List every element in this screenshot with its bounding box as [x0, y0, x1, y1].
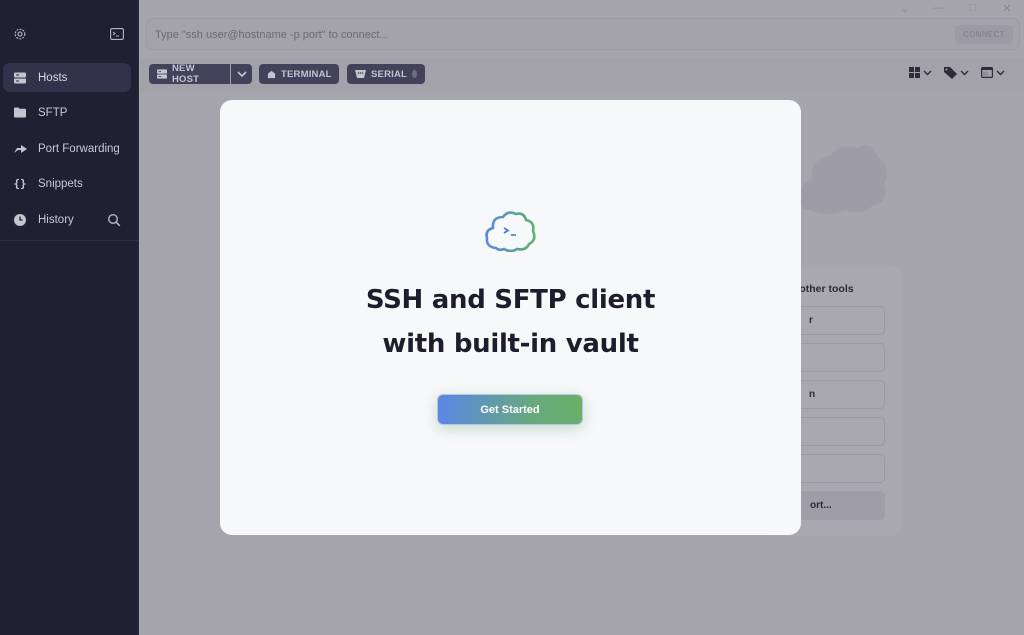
quick-connect-bar: CONNECT: [146, 18, 1020, 50]
sidebar-item-history[interactable]: History: [3, 205, 131, 234]
server-icon: [157, 69, 167, 79]
sidebar-item-label: Hosts: [38, 71, 68, 84]
sidebar-item-sftp[interactable]: SFTP: [3, 98, 131, 127]
search-icon[interactable]: [107, 213, 121, 227]
forward-arrow-icon: [13, 142, 27, 156]
info-icon: [412, 70, 417, 78]
quick-connect-input[interactable]: [155, 26, 935, 44]
cloud-illustration: [801, 145, 887, 214]
sidebar-item-label: Snippets: [38, 177, 83, 190]
sidebar-item-hosts[interactable]: Hosts: [3, 63, 131, 92]
chevron-down-icon[interactable]: ⌄: [888, 0, 922, 16]
folder-icon: [13, 106, 27, 120]
welcome-modal: SSH and SFTP client with built-in vault …: [220, 100, 801, 535]
sidebar: Hosts SFTP Port Forwarding {} Snippets H…: [0, 0, 139, 635]
chevron-down-icon: [960, 70, 969, 76]
serial-port-icon: [355, 70, 366, 78]
get-started-button[interactable]: Get Started: [437, 394, 583, 425]
window-icon: [981, 67, 993, 78]
server-icon: [13, 71, 27, 85]
sidebar-item-port-forwarding[interactable]: Port Forwarding: [3, 134, 131, 163]
terminal-icon[interactable]: [110, 28, 124, 40]
view-mode-toggle[interactable]: [909, 67, 932, 78]
app-logo-icon: [485, 211, 536, 252]
sidebar-item-snippets[interactable]: {} Snippets: [3, 169, 131, 198]
sidebar-header: [0, 0, 138, 60]
serial-button[interactable]: SERIAL: [347, 64, 425, 84]
connect-button[interactable]: CONNECT: [955, 25, 1013, 44]
chevron-down-icon: [996, 70, 1005, 75]
headline-line-2: with built-in vault: [382, 329, 639, 359]
terminal-icon: [267, 70, 276, 79]
minimize-icon[interactable]: —: [922, 0, 956, 16]
sidebar-item-label: SFTP: [38, 106, 68, 119]
terminal-label: TERMINAL: [281, 68, 332, 80]
clock-icon: [13, 213, 27, 227]
tag-filter[interactable]: [944, 67, 969, 79]
window-controls: ⌄ — □ ✕: [888, 0, 1024, 16]
terminal-button[interactable]: TERMINAL: [259, 64, 339, 84]
welcome-headline: SSH and SFTP client with built-in vault: [220, 278, 801, 366]
chevron-down-icon: [236, 71, 247, 77]
headline-line-1: SSH and SFTP client: [365, 285, 656, 315]
layout-menu[interactable]: [981, 67, 1005, 78]
new-host-label: NEW HOST: [172, 63, 200, 85]
gear-icon[interactable]: [13, 27, 27, 41]
close-icon[interactable]: ✕: [990, 0, 1024, 16]
sidebar-divider: [0, 240, 139, 241]
sidebar-item-label: History: [38, 213, 74, 226]
new-host-dropdown-button[interactable]: [231, 64, 252, 84]
tag-icon: [944, 67, 957, 79]
grid-view-icon: [909, 67, 920, 78]
chevron-down-icon: [923, 70, 932, 75]
braces-icon: {}: [13, 177, 27, 190]
new-host-button[interactable]: NEW HOST: [149, 63, 230, 85]
serial-label: SERIAL: [371, 68, 408, 80]
maximize-icon[interactable]: □: [956, 0, 990, 16]
sidebar-item-label: Port Forwarding: [38, 142, 120, 155]
